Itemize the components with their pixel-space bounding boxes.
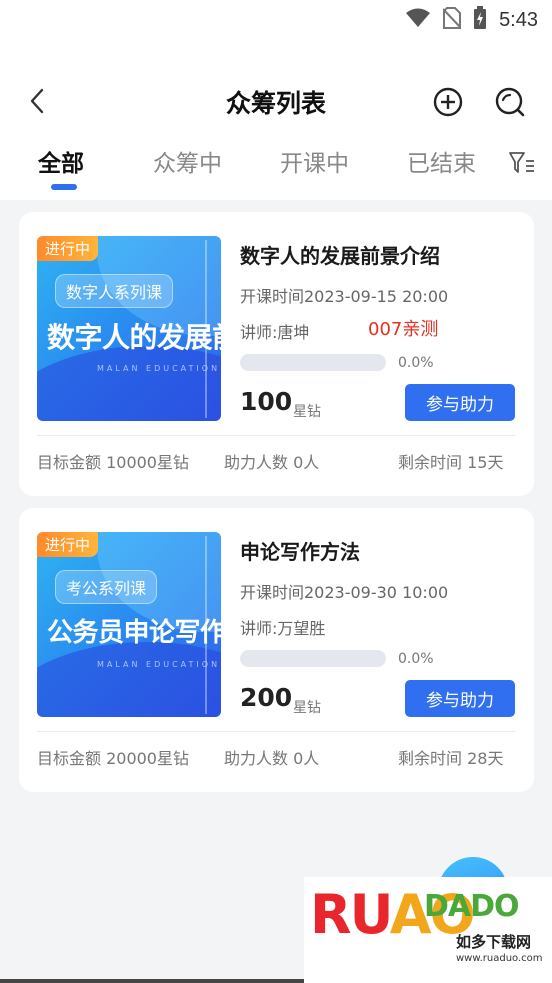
status-badge: 进行中 (37, 236, 99, 261)
series-label: 考公系列课 (55, 570, 158, 604)
target-amount: 目标金额 20000星钻 (37, 749, 189, 768)
course-title: 申论写作方法 (240, 540, 360, 564)
watermark-logo: RUAO DADO 如多下载网 www.ruaduo.com (304, 877, 552, 983)
plus-circle-icon (433, 87, 463, 117)
status-bar: 5:43 (0, 0, 552, 40)
tab-indicator (51, 184, 77, 190)
remaining-time: 剩余时间 15天 (398, 453, 504, 472)
crowdfund-card[interactable]: 进行中 数字人系列课 数字人的发展前景 MALAN EDUCATION 数字人的… (19, 212, 534, 496)
status-badge: 进行中 (37, 532, 99, 557)
progress-percent: 0.0% (398, 651, 434, 667)
battery-charging-icon (473, 6, 487, 34)
tab-crowdfunding[interactable]: 众筹中 (153, 144, 222, 178)
target-amount: 目标金额 10000星钻 (37, 453, 189, 472)
course-tag: 007亲测 (368, 319, 439, 340)
course-thumbnail: 进行中 考公系列课 公务员申论写作 MALAN EDUCATION (37, 532, 221, 717)
helper-count: 助力人数 0人 (224, 453, 320, 472)
progress-percent: 0.0% (398, 355, 434, 371)
progress-bar (240, 650, 386, 667)
helper-count: 助力人数 0人 (224, 749, 320, 768)
status-time: 5:43 (499, 8, 538, 31)
course-thumbnail: 进行中 数字人系列课 数字人的发展前景 MALAN EDUCATION (37, 236, 221, 421)
price-unit: 星钻 (293, 700, 321, 716)
price-value: 200 (240, 683, 293, 712)
course-title: 数字人的发展前景介绍 (240, 244, 440, 268)
thumbnail-subtitle: MALAN EDUCATION (97, 660, 221, 669)
watermark-wordmark-rest: DADO (424, 889, 520, 924)
search-icon (495, 87, 525, 117)
thumbnail-subtitle: MALAN EDUCATION (97, 364, 221, 373)
divider (37, 435, 516, 436)
thumbnail-title: 数字人的发展前景 (47, 321, 221, 354)
course-time: 开课时间2023-09-30 10:00 (240, 583, 449, 602)
course-teacher: 讲师:唐坤 (240, 323, 310, 342)
tab-all[interactable]: 全部 (38, 144, 84, 178)
join-support-button[interactable]: 参与助力 (405, 384, 515, 421)
join-support-button[interactable]: 参与助力 (405, 680, 515, 717)
divider (37, 731, 516, 732)
crowdfund-card[interactable]: 进行中 考公系列课 公务员申论写作 MALAN EDUCATION 申论写作方法… (19, 508, 534, 792)
course-teacher: 讲师:万望胜 (240, 619, 326, 638)
search-button[interactable] (494, 86, 526, 118)
filter-icon (509, 152, 534, 173)
filter-button[interactable] (508, 150, 536, 176)
tab-bar: 全部 众筹中 开课中 已结束 (0, 144, 552, 196)
no-sim-icon (442, 7, 462, 33)
wifi-icon (405, 8, 431, 32)
watermark-site-name: 如多下载网 (456, 933, 532, 951)
price-unit: 星钻 (293, 404, 321, 420)
price-value: 100 (240, 387, 293, 416)
header: 众筹列表 全部 众筹中 开课中 已结束 (0, 40, 552, 200)
page-title: 众筹列表 (225, 89, 326, 118)
remaining-time: 剩余时间 28天 (398, 749, 504, 768)
tab-in-class[interactable]: 开课中 (280, 144, 349, 178)
thumbnail-title: 公务员申论写作 (47, 618, 221, 648)
progress-bar (240, 354, 386, 371)
series-label: 数字人系列课 (55, 274, 174, 308)
tab-ended[interactable]: 已结束 (407, 144, 476, 178)
home-indicator (0, 979, 304, 983)
add-button[interactable] (432, 86, 464, 118)
watermark-url: www.ruaduo.com (456, 953, 543, 964)
course-time: 开课时间2023-09-15 20:00 (240, 287, 449, 306)
